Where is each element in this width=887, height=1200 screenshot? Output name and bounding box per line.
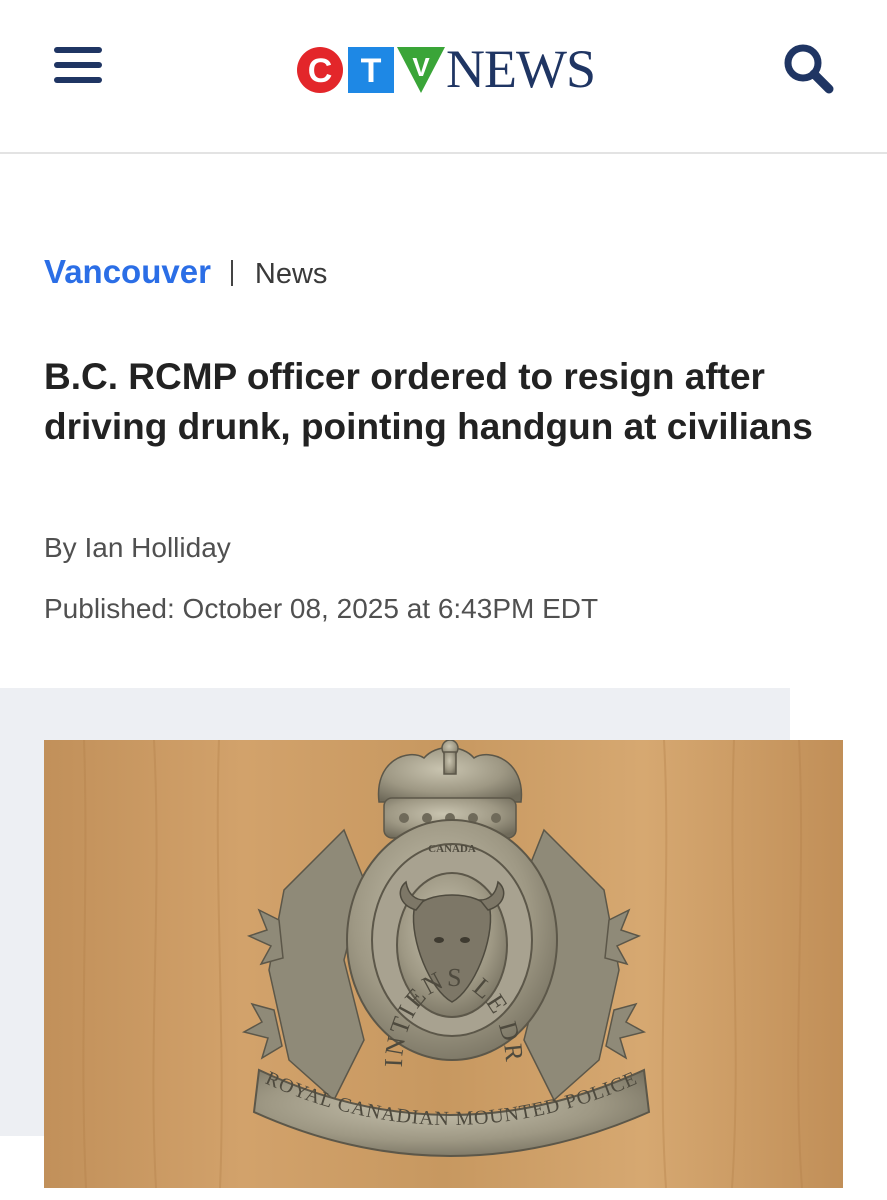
menu-button[interactable] xyxy=(54,44,102,86)
search-icon xyxy=(784,44,834,94)
hamburger-icon-bar xyxy=(54,47,102,53)
breadcrumb-region-link[interactable]: Vancouver xyxy=(44,253,211,290)
logo-letter-v: V xyxy=(412,52,430,82)
logo-news-text: NEWS xyxy=(446,39,596,99)
article-headline: B.C. RCMP officer ordered to resign afte… xyxy=(44,356,813,447)
byline-prefix: By xyxy=(44,532,77,563)
author-link[interactable]: Ian Holliday xyxy=(84,532,230,563)
site-header: C T V NEWS xyxy=(0,0,887,154)
hamburger-icon-bar xyxy=(54,62,102,68)
ctv-logo-mark: C T V xyxy=(297,47,445,93)
logo-letter-t: T xyxy=(361,52,382,90)
badge-canada-text: CANADA xyxy=(428,843,476,855)
breadcrumb-section-link[interactable]: News xyxy=(255,258,328,290)
hamburger-icon-bar xyxy=(54,77,102,83)
logo-letter-c: C xyxy=(308,52,333,90)
article-byline: By Ian Holliday xyxy=(44,530,231,566)
breadcrumb: Vancouver News xyxy=(44,252,327,292)
breadcrumb-divider xyxy=(230,260,233,286)
search-button[interactable] xyxy=(778,38,838,98)
article-photo[interactable]: CANADA MAINTIENS LE DROIT ROYAL CANADIAN… xyxy=(44,740,843,1188)
published-timestamp: Published: October 08, 2025 at 6:43PM ED… xyxy=(44,593,599,624)
rcmp-badge-image: CANADA MAINTIENS LE DROIT ROYAL CANADIAN… xyxy=(44,740,843,1188)
